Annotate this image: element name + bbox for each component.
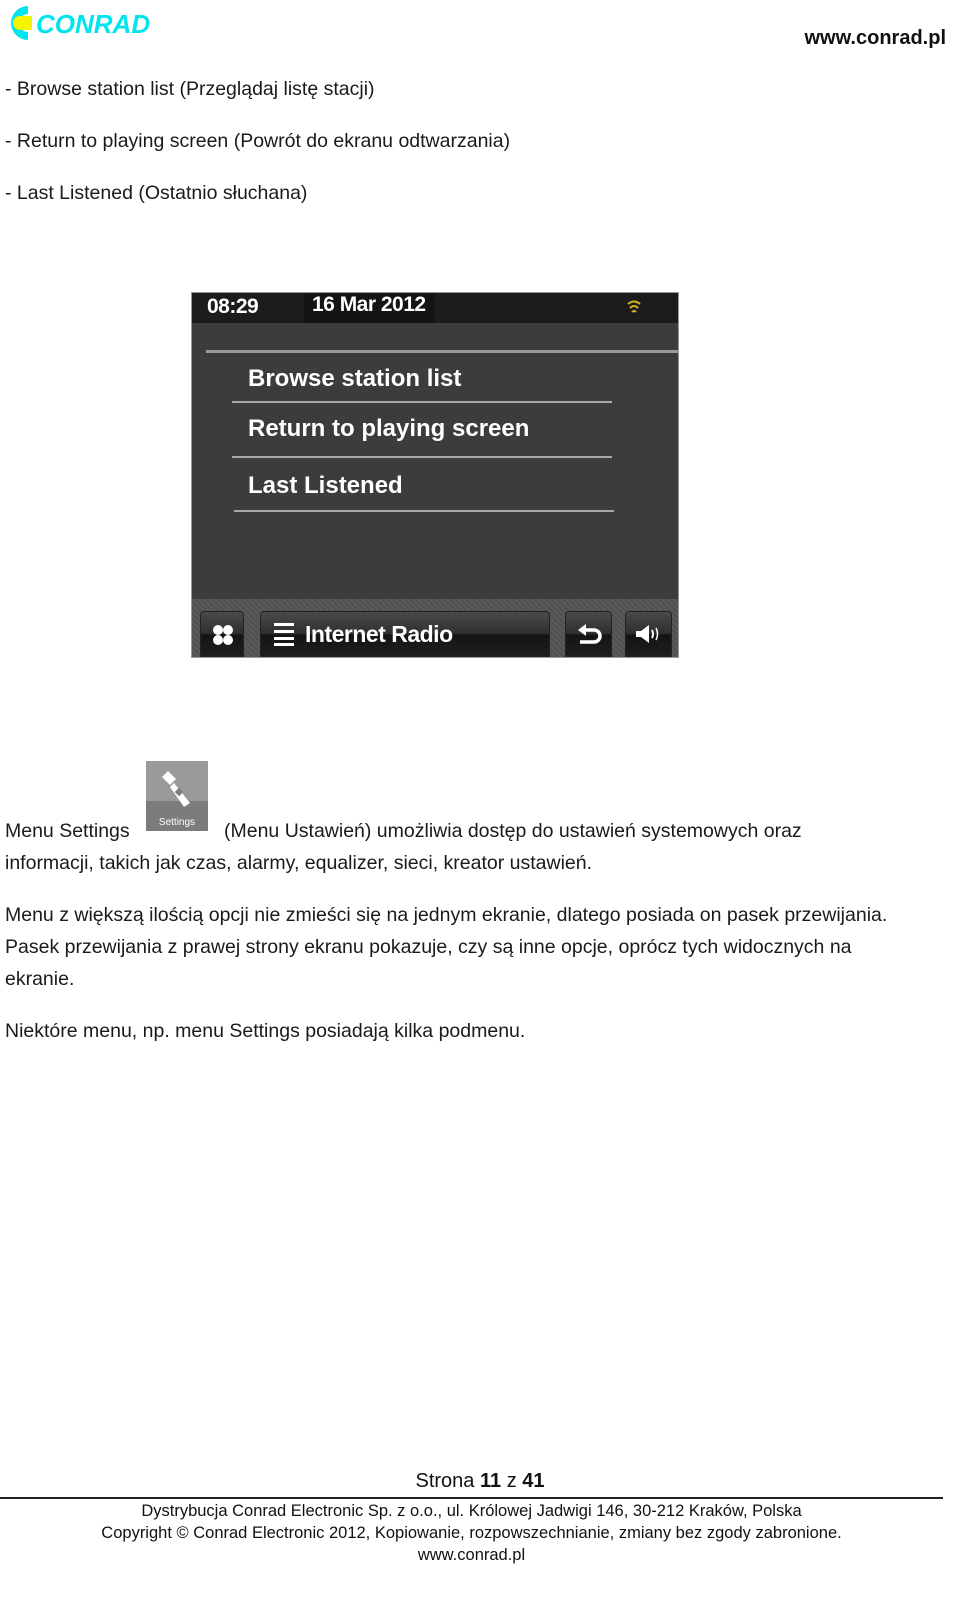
logo-text: CONRAD	[36, 9, 150, 39]
volume-button[interactable]	[625, 611, 672, 657]
page-number: Strona 11 z 41	[0, 1470, 960, 1493]
clock-date: 16 Mar 2012	[304, 293, 434, 323]
bottom-toolbar: Internet Radio	[192, 599, 678, 657]
submenu-paragraph: Niektóre menu, np. menu Settings posiada…	[5, 1020, 526, 1042]
bullet-item: - Browse station list (Przeglądaj listę …	[5, 78, 375, 100]
settings-paragraph-line1-cont: (Menu Ustawień) umożliwia dostęp do usta…	[224, 820, 802, 842]
device-screen: 08:29 16 Mar 2012 Browse station list Re…	[191, 292, 679, 658]
conrad-logo: CONRAD	[11, 6, 150, 40]
clock-time: 08:29	[207, 295, 259, 318]
settings-icon-label: Settings	[159, 817, 195, 828]
footer-address: Dystrybucja Conrad Electronic Sp. z o.o.…	[141, 1502, 802, 1520]
settings-paragraph-line1: Menu Settings	[5, 815, 130, 847]
source-label: Internet Radio	[305, 621, 453, 647]
divider	[234, 510, 614, 512]
footer-copyright: Copyright © Conrad Electronic 2012, Kopi…	[101, 1524, 842, 1542]
menu-item-last-listened[interactable]: Last Listened	[248, 472, 403, 500]
bullet-item: - Last Listened (Ostatnio słuchana)	[5, 182, 308, 204]
back-arrow-icon	[578, 624, 602, 644]
list-icon	[274, 623, 294, 646]
status-bar: 08:29 16 Mar 2012	[192, 293, 678, 323]
scroll-paragraph-line1: Menu z większą ilością opcji nie zmieści…	[5, 904, 888, 926]
back-button[interactable]	[565, 611, 612, 657]
wifi-icon	[627, 300, 641, 313]
footer-url[interactable]: www.conrad.pl	[0, 1546, 943, 1565]
page-sep: z	[506, 1470, 517, 1492]
grid-icon	[213, 625, 233, 645]
menu-item-return-to-playing-screen[interactable]: Return to playing screen	[248, 415, 529, 443]
speaker-icon	[636, 625, 659, 643]
menu-item-browse-station-list[interactable]: Browse station list	[248, 365, 461, 393]
page-prefix: Strona	[415, 1470, 475, 1492]
divider	[232, 401, 612, 403]
scroll-paragraph-line2: Pasek przewijania z prawej strony ekranu…	[5, 936, 852, 958]
source-button[interactable]: Internet Radio	[260, 611, 550, 657]
site-url[interactable]: www.conrad.pl	[805, 27, 947, 50]
page-current: 11	[479, 1470, 502, 1492]
text: Menu Settings	[5, 820, 130, 842]
footer-divider	[0, 1497, 943, 1499]
settings-icon: Settings	[146, 761, 208, 831]
settings-paragraph-line2: informacji, takich jak czas, alarmy, equ…	[5, 852, 593, 874]
home-button[interactable]	[200, 611, 244, 657]
bullet-item: - Return to playing screen (Powrót do ek…	[5, 130, 511, 152]
divider	[232, 456, 612, 458]
divider	[206, 350, 678, 353]
page-total: 41	[522, 1470, 545, 1492]
scroll-paragraph-line3: ekranie.	[5, 968, 75, 990]
